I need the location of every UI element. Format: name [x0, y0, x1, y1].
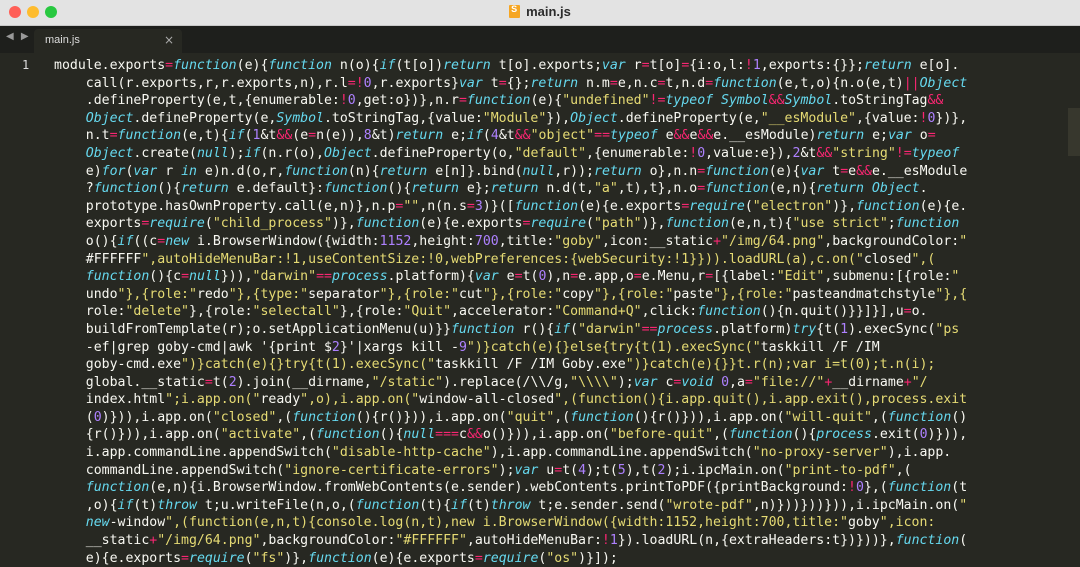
code-line: prototype.hasOwnProperty.call(e,n)},n.p=… [54, 198, 968, 214]
sublime-file-icon [509, 4, 521, 18]
code-line: ,o){if(t)throw t;u.writeFile(n,o,(functi… [54, 497, 968, 513]
code-line: module.exports=function(e){function n(o)… [54, 58, 960, 73]
code-line: global.__static=t(2).join(__dirname,"/st… [54, 374, 928, 390]
code-line: role:"delete"},{role:"selectall"},{role:… [54, 304, 928, 320]
code-line: Object.defineProperty(e,Symbol.toStringT… [85, 110, 968, 126]
code-line: commandLine.appendSwitch("ignore-certifi… [54, 462, 912, 478]
code-line: __static+"/img/64.png",backgroundColor:"… [54, 533, 968, 549]
code-line: e)for(var r in e)n.d(o,r,function(n){ret… [54, 163, 968, 179]
window-titlebar: main.js [0, 0, 1080, 26]
line-gutter: 1 [0, 53, 50, 565]
code-line: Object.create(null);if(n.r(o),Object.def… [85, 145, 960, 161]
code-line: call(r.exports,r,r.exports,n),r.l=!0,r.e… [54, 75, 968, 91]
code-line: i.app.commandLine.appendSwitch("disable-… [54, 445, 952, 461]
minimap[interactable] [1068, 108, 1080, 156]
code-line: function(e,n){i.BrowserWindow.fromWebCon… [85, 480, 968, 496]
code-line: {r()})),i.app.on("activate",(function(){… [54, 427, 968, 443]
line-number: 1 [22, 58, 30, 72]
code-line: new-window",(function(e,n,t){console.log… [85, 515, 936, 531]
code-line: undo"},{role:"redo"},{type:"separator"},… [54, 286, 968, 302]
code-line: (0)})),i.app.on("closed",(function(){r()… [54, 409, 968, 425]
code-line: n.t=function(e,t){if(1&t&&(e=n(e)),8&t)r… [54, 128, 936, 144]
code-line: index.html";i.app.on("ready",o),i.app.on… [54, 392, 968, 408]
window-title: main.js [0, 4, 1080, 19]
code-line: .defineProperty(e,t,{enumerable:!0,get:o… [54, 93, 944, 109]
code-area[interactable]: module.exports=function(e){function n(o)… [54, 57, 1058, 567]
code-line: function(){c=null})),"darwin"==process.p… [85, 269, 960, 285]
tab-nav-arrows-icon[interactable]: ◀ ▶ [6, 31, 31, 42]
code-line: #FFFFFF",autoHideMenuBar:!1,useContentSi… [54, 251, 936, 267]
tab-main-js[interactable]: main.js × [34, 29, 182, 53]
tab-label: main.js [45, 34, 80, 46]
tab-bar: ◀ ▶ main.js × [0, 26, 1080, 53]
code-line: ?function(){return e.default}:function()… [54, 181, 928, 197]
code-line: -ef|grep goby-cmd|awk '{print $2}'|xargs… [54, 339, 880, 355]
code-line: exports=require("child_process")},functi… [54, 216, 960, 232]
code-line: goby-cmd.exe")}catch(e){}try{t(1).execSy… [54, 357, 936, 373]
code-line: buildFromTemplate(r);o.setApplicationMen… [54, 321, 960, 337]
code-line: e){e.exports=require("fs")},function(e){… [54, 550, 618, 566]
code-line: o(){if((c=new i.BrowserWindow({width:115… [54, 233, 968, 249]
code-editor[interactable]: 1 module.exports=function(e){function n(… [0, 53, 1080, 567]
close-tab-icon[interactable]: × [164, 33, 174, 47]
